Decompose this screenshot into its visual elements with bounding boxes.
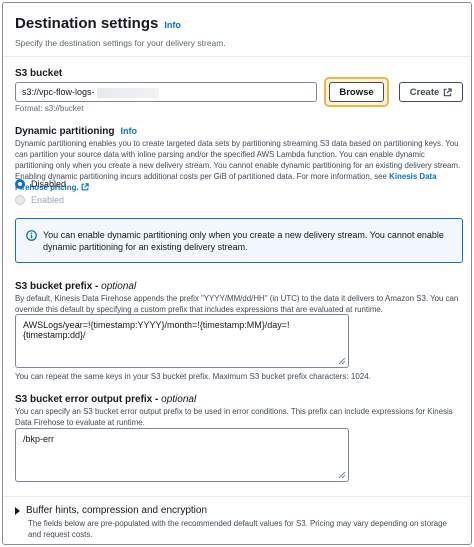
radio-disabled[interactable] (15, 179, 25, 189)
s3-prefix-description: By default, Kinesis Data Firehose append… (15, 294, 459, 314)
dynamic-partitioning-label: Dynamic partitioning (15, 126, 115, 137)
s3-bucket-input[interactable]: s3://vpc-flow-logs- (15, 82, 317, 102)
error-prefix-textarea[interactable]: /bkp-err (15, 428, 349, 482)
s3-prefix-textarea[interactable]: AWSLogs/year=!{timestamp:YYYY}/month=!{t… (15, 314, 349, 368)
radio-enabled (15, 195, 25, 205)
info-circle-icon (26, 230, 37, 241)
buffer-hints-expander[interactable]: Buffer hints, compression and encryption (15, 505, 207, 516)
panel-subtitle: Specify the destination settings for you… (15, 38, 226, 48)
optional-tag: optional (161, 394, 197, 405)
resize-handle-icon[interactable] (338, 471, 346, 479)
info-link[interactable]: Info (164, 20, 181, 30)
browse-button[interactable]: Browse (329, 82, 384, 102)
section-divider (3, 496, 471, 497)
s3-prefix-label: S3 bucket prefix - optional (15, 281, 137, 292)
create-bucket-button[interactable]: Create (399, 82, 463, 102)
s3-prefix-value: AWSLogs/year=!{timestamp:YYYY}/month=!{t… (23, 320, 290, 340)
dynamic-partitioning-info-link[interactable]: Info (120, 126, 137, 136)
radio-disabled-option[interactable]: Disabled (15, 179, 66, 189)
redacted-bucket-name (96, 87, 159, 98)
optional-tag: optional (101, 281, 137, 292)
resize-handle-icon[interactable] (338, 357, 346, 365)
radio-disabled-label: Disabled (31, 179, 67, 189)
header-divider (3, 56, 471, 57)
s3-bucket-label: S3 bucket (15, 68, 63, 79)
page-title: Destination settings (15, 15, 159, 32)
s3-prefix-note: You can repeat the same keys in your S3 … (15, 372, 371, 381)
panel-header: Destination settings Info Specify the de… (15, 15, 459, 48)
create-button-label: Create (409, 86, 440, 98)
destination-settings-panel: Destination settings Info Specify the de… (2, 2, 472, 545)
radio-enabled-label: Enabled (31, 195, 65, 205)
dynamic-partitioning-header: Dynamic partitioning Info (15, 126, 137, 137)
info-alert-text: You can enable dynamic partitioning only… (43, 230, 444, 252)
external-link-icon (81, 183, 89, 191)
buffer-hints-description: The fields below are pre-populated with … (28, 519, 447, 539)
s3-bucket-format-hint: Format: s3://bucket (15, 104, 84, 113)
dynamic-partitioning-info-alert: You can enable dynamic partitioning only… (15, 218, 463, 263)
error-prefix-description: You can specify an S3 bucket error outpu… (15, 407, 453, 427)
dynamic-partitioning-description: Dynamic partitioning enables you to crea… (15, 139, 461, 192)
external-link-icon (444, 87, 452, 96)
error-prefix-label: S3 bucket error output prefix - optional (15, 394, 197, 405)
buffer-hints-label: Buffer hints, compression and encryption (26, 505, 208, 516)
s3-bucket-value: s3://vpc-flow-logs- (22, 87, 95, 97)
error-prefix-value: /bkp-err (23, 434, 55, 444)
radio-enabled-option: Enabled (15, 195, 64, 205)
caret-right-icon (15, 506, 20, 515)
browse-focus-highlight: Browse (324, 77, 389, 107)
